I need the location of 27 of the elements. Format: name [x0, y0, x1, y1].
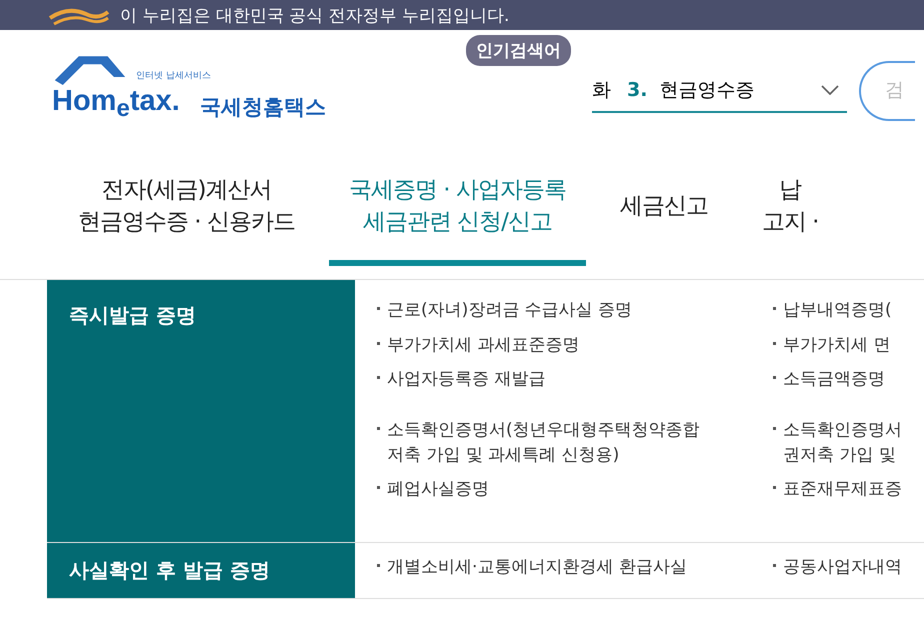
certificate-link[interactable]: 개별소비세·교통에너지환경세 환급사실: [377, 555, 773, 580]
certificate-link[interactable]: 소득금액증명: [773, 367, 924, 392]
logo-wordmark: Hom$_{e}$tax.: [52, 85, 180, 123]
certificate-link[interactable]: 부가가치세 면: [773, 332, 924, 358]
nav-tab[interactable]: 국세증명 · 사업자등록 세금관련 신청/신고: [328, 152, 586, 266]
certificate-link[interactable]: 근로(자녀)장려금 수급사실 증명: [377, 298, 773, 323]
certificate-link[interactable]: 납부내역증명(: [773, 298, 924, 323]
certificate-link[interactable]: 폐업사실증명: [377, 477, 773, 502]
certificate-link[interactable]: 공동사업자내역: [773, 555, 924, 580]
nav-tab[interactable]: 전자(세금)계산서 현금영수증 · 신용카드: [58, 152, 315, 266]
popular-keyword-ticker[interactable]: 화 3. 현금영수증: [592, 69, 847, 113]
certificate-link[interactable]: 소득확인증명서(청년우대형주택청약종합 저축 가입 및 과세특례 신청용): [377, 418, 773, 468]
certificate-link[interactable]: 부가가치세 과세표준증명: [377, 332, 773, 358]
section-title: 사실확인 후 발급 증명: [47, 543, 355, 598]
nav-tab[interactable]: 세금신고: [600, 152, 728, 266]
certificate-link[interactable]: 표준재무제표증: [773, 477, 924, 502]
hometax-logo[interactable]: 인터넷 납세서비스 Hom$_{e}$tax. 국세청홈택스: [50, 59, 370, 123]
banner-text: 이 누리집은 대한민국 공식 전자정부 누리집입니다.: [120, 4, 510, 26]
section-title: 즉시발급 증명: [47, 280, 355, 542]
logo-tagline: 인터넷 납세서비스: [136, 70, 211, 82]
popular-search-badge: 인기검색어: [466, 35, 571, 66]
nav-tab[interactable]: 납 고지 ·: [742, 152, 838, 266]
chevron-down-icon: [821, 85, 839, 95]
search-field[interactable]: 검: [859, 61, 915, 121]
certificate-link[interactable]: 소득확인증명서 권저축 가입 및: [773, 418, 924, 468]
certificate-link[interactable]: 사업자등록증 재발급: [377, 367, 773, 392]
logo-name: 국세청홈택스: [200, 94, 326, 121]
